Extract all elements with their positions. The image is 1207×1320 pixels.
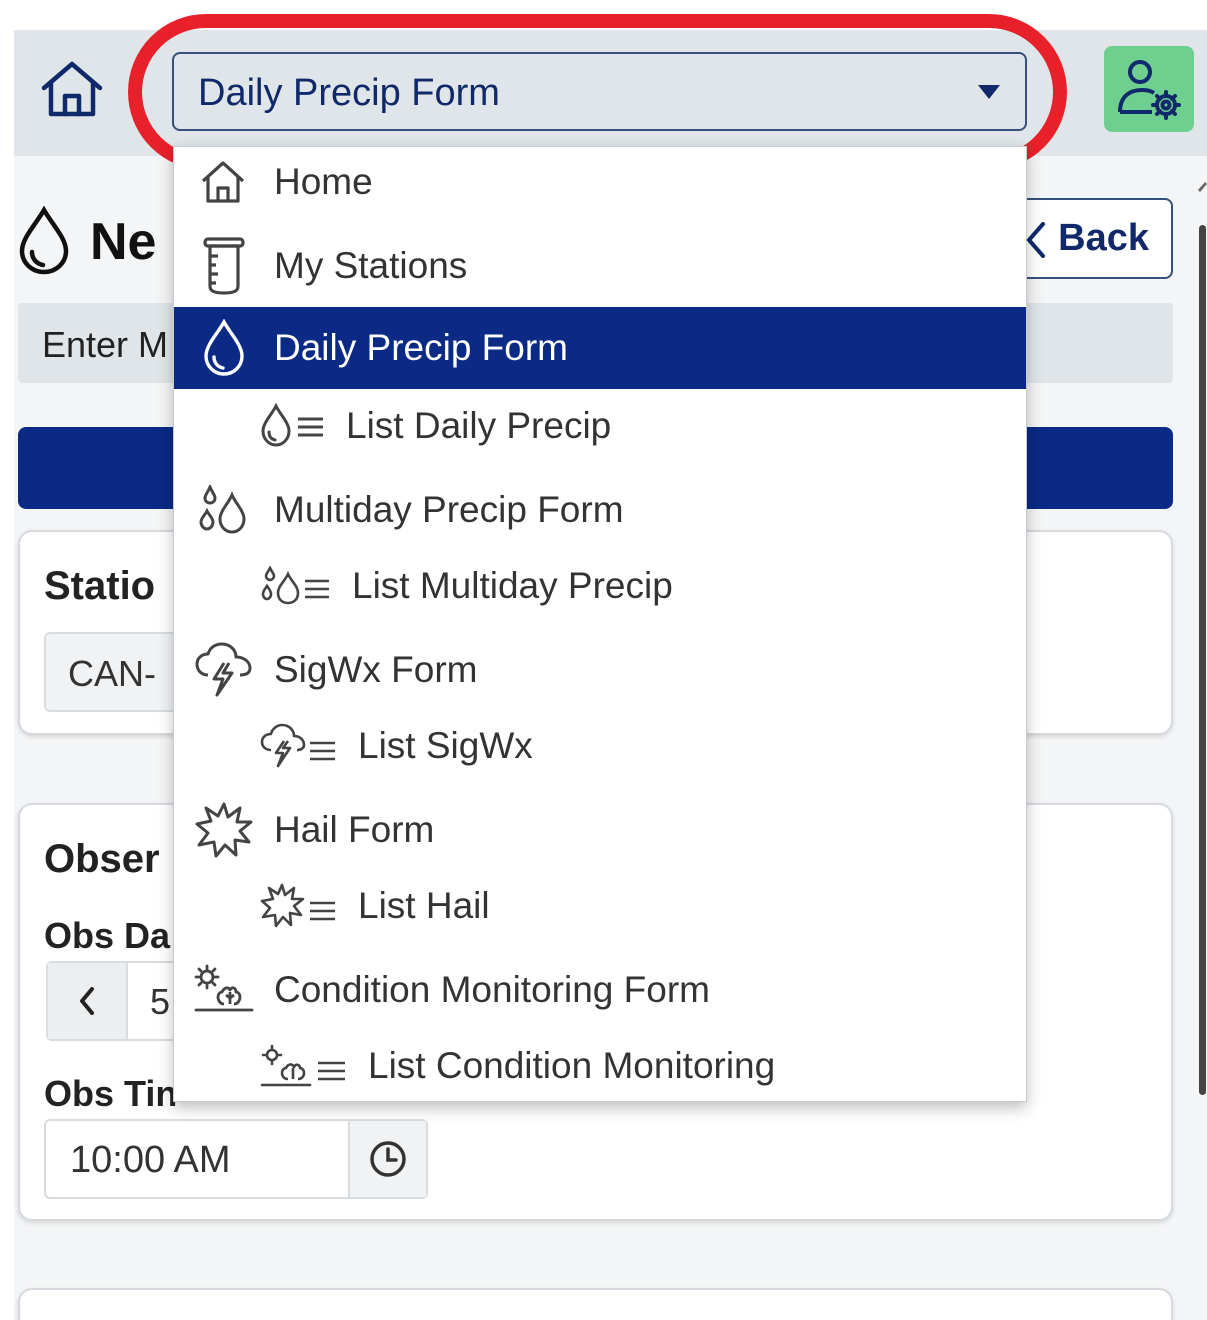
obs-time-input[interactable]: 10:00 AM xyxy=(70,1121,231,1199)
obs-time-label: Obs Tin xyxy=(44,1073,178,1114)
hail-burst-icon xyxy=(195,802,253,858)
menu-item-label: SigWx Form xyxy=(274,649,478,690)
storm-cloud-list-icon xyxy=(260,723,335,768)
home-icon xyxy=(201,161,245,203)
back-button-label: Back xyxy=(1058,217,1149,259)
menu-item-label: Condition Monitoring Form xyxy=(274,969,710,1010)
previous-day-button[interactable] xyxy=(48,963,128,1039)
menu-item-label: List SigWx xyxy=(358,725,533,766)
scroll-up-arrow-icon[interactable] xyxy=(1197,180,1207,192)
user-settings-icon xyxy=(1118,60,1181,120)
obs-time-field: 10:00 AM xyxy=(44,1119,428,1199)
obs-date-label: Obs Da xyxy=(44,915,171,956)
menu-item-label: List Daily Precip xyxy=(346,405,612,446)
page-nav-selected-value: Daily Precip Form xyxy=(198,72,500,114)
storm-cloud-icon xyxy=(195,642,252,697)
menu-item-sigwx-form[interactable]: SigWx Form xyxy=(174,629,1026,711)
menu-item-hail-form[interactable]: Hail Form xyxy=(174,789,1026,871)
menu-item-multiday-precip-form[interactable]: Multiday Precip Form xyxy=(174,469,1026,551)
menu-item-label: My Stations xyxy=(274,245,468,286)
time-picker-button[interactable] xyxy=(348,1121,426,1197)
manual-entry-text: Enter M xyxy=(42,324,169,365)
condition-monitoring-list-icon xyxy=(260,1044,345,1087)
menu-item-label: Multiday Precip Form xyxy=(274,489,624,530)
hail-burst-list-icon xyxy=(260,883,335,928)
droplet-icon xyxy=(204,319,244,376)
menu-item-list-multiday-precip[interactable]: List Multiday Precip xyxy=(174,545,1026,627)
page-nav-select[interactable]: Daily Precip Form xyxy=(172,52,1027,131)
home-icon xyxy=(41,61,103,117)
clock-icon xyxy=(370,1141,406,1177)
menu-item-my-stations[interactable]: My Stations xyxy=(174,225,1026,307)
chevron-left-icon xyxy=(1027,222,1045,258)
user-settings-button[interactable] xyxy=(1104,46,1194,132)
droplets-list-icon xyxy=(261,566,329,605)
condition-monitoring-icon xyxy=(194,964,254,1012)
page-title: Ne xyxy=(90,213,157,271)
menu-item-daily-precip-form[interactable]: Daily Precip Form xyxy=(174,307,1026,389)
menu-item-list-hail[interactable]: List Hail xyxy=(174,865,1026,947)
menu-item-list-condition-monitoring[interactable]: List Condition Monitoring xyxy=(174,1025,1026,1101)
chevron-left-icon xyxy=(80,987,94,1015)
rain-gauge-icon xyxy=(203,237,245,295)
scrollbar-thumb[interactable] xyxy=(1199,225,1206,1095)
station-card-title: Statio xyxy=(44,564,156,608)
home-button[interactable] xyxy=(36,56,108,122)
menu-item-label: List Condition Monitoring xyxy=(368,1045,776,1086)
page-nav-dropdown: Home My Stations Daily Precip Form List … xyxy=(173,146,1027,1102)
next-card xyxy=(18,1288,1173,1320)
caret-down-icon xyxy=(978,85,1000,99)
menu-item-label: List Multiday Precip xyxy=(352,565,673,606)
droplet-list-icon xyxy=(261,403,323,447)
droplet-icon xyxy=(19,206,69,275)
menu-item-label: Home xyxy=(274,161,373,202)
menu-item-list-sigwx[interactable]: List SigWx xyxy=(174,705,1026,787)
menu-item-label: Hail Form xyxy=(274,809,435,850)
droplets-icon xyxy=(199,485,246,534)
menu-item-label: List Hail xyxy=(358,885,490,926)
observation-card-title: Obser xyxy=(44,837,160,881)
menu-item-label: Daily Precip Form xyxy=(274,327,568,368)
menu-item-home[interactable]: Home xyxy=(174,147,1026,223)
menu-item-condition-monitoring-form[interactable]: Condition Monitoring Form xyxy=(174,949,1026,1031)
menu-item-list-daily-precip[interactable]: List Daily Precip xyxy=(174,385,1026,467)
